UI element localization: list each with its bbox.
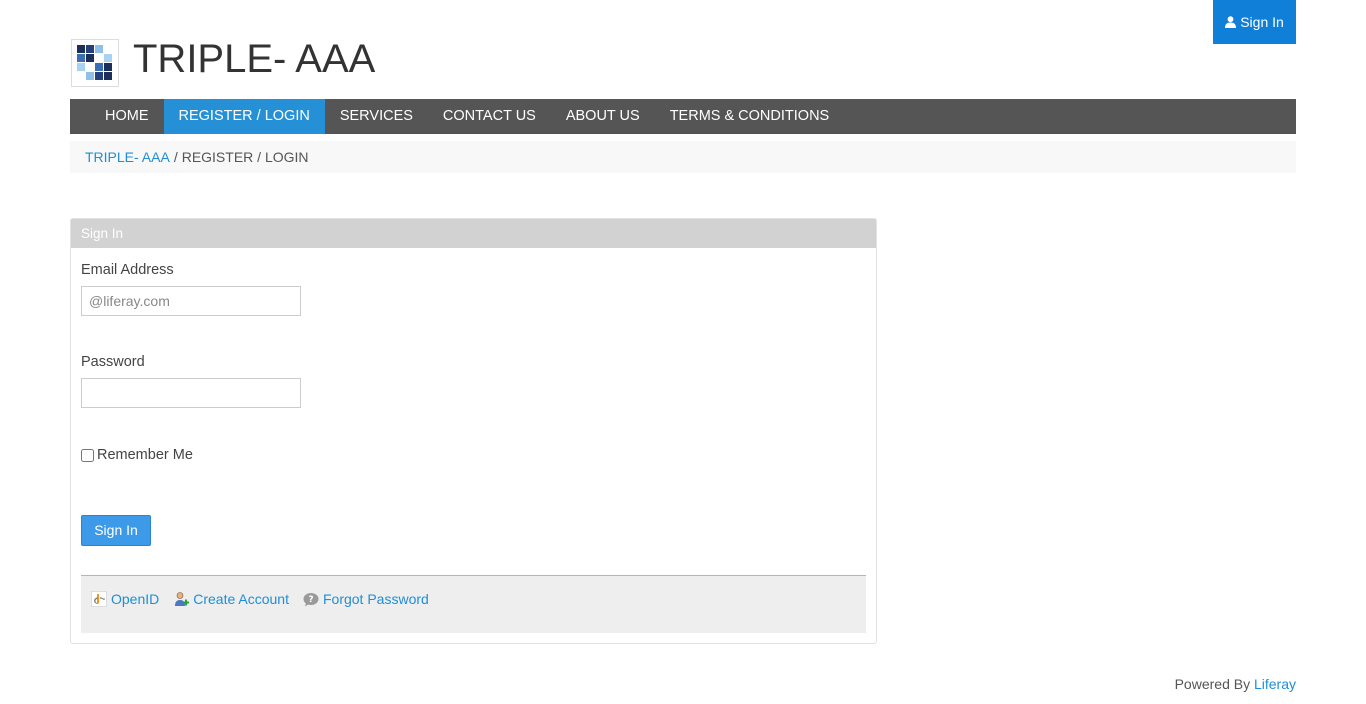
top-signin-label: Sign In bbox=[1240, 14, 1284, 30]
forgot-password-label: Forgot Password bbox=[322, 591, 429, 607]
add-user-icon bbox=[175, 592, 190, 606]
powered-by: Powered By Liferay bbox=[1175, 676, 1296, 692]
nav-item-about-us[interactable]: ABOUT US bbox=[551, 99, 655, 134]
openid-icon bbox=[91, 591, 107, 607]
nav-item-home[interactable]: HOME bbox=[70, 99, 164, 134]
openid-link[interactable]: OpenID bbox=[91, 591, 159, 607]
signin-panel: Sign In Email Address Password Remember … bbox=[70, 218, 877, 644]
remember-me-label: Remember Me bbox=[97, 447, 193, 463]
password-label: Password bbox=[81, 354, 145, 370]
password-input[interactable] bbox=[81, 378, 301, 408]
nav-item-register-login[interactable]: REGISTER / LOGIN bbox=[163, 99, 325, 134]
remember-me: Remember Me bbox=[81, 447, 193, 463]
svg-text:?: ? bbox=[308, 595, 313, 605]
top-signin-button[interactable]: Sign In bbox=[1213, 0, 1296, 44]
logo-icon bbox=[77, 45, 112, 80]
create-account-label: Create Account bbox=[193, 591, 289, 607]
nav-item-contact-us[interactable]: CONTACT US bbox=[428, 99, 551, 134]
powered-by-text: Powered By bbox=[1174, 676, 1251, 692]
breadcrumb-current: REGISTER / LOGIN bbox=[181, 149, 309, 165]
main-navbar: HOME REGISTER / LOGIN SERVICES CONTACT U… bbox=[70, 99, 1296, 134]
site-title: TRIPLE- AAA bbox=[133, 37, 376, 81]
liferay-link[interactable]: Liferay bbox=[1254, 676, 1296, 692]
user-icon bbox=[1225, 16, 1237, 28]
forgot-password-link[interactable]: ? Forgot Password bbox=[303, 591, 429, 607]
create-account-link[interactable]: Create Account bbox=[173, 591, 289, 607]
signin-panel-title: Sign In bbox=[71, 219, 876, 248]
openid-label: OpenID bbox=[111, 591, 160, 607]
breadcrumb: TRIPLE- AAA / REGISTER / LOGIN bbox=[70, 141, 1296, 173]
breadcrumb-separator: / bbox=[173, 149, 178, 165]
breadcrumb-root-link[interactable]: TRIPLE- AAA bbox=[85, 149, 170, 165]
email-input[interactable] bbox=[81, 286, 301, 316]
nav-item-services[interactable]: SERVICES bbox=[325, 99, 428, 134]
help-bubble-icon: ? bbox=[303, 593, 319, 607]
remember-me-checkbox[interactable] bbox=[81, 448, 94, 462]
nav-item-terms-conditions[interactable]: TERMS & CONDITIONS bbox=[655, 99, 845, 134]
site-logo[interactable] bbox=[71, 39, 119, 87]
email-label: Email Address bbox=[81, 262, 174, 278]
signin-navigation: OpenID Create Account ? Forgot Password bbox=[81, 575, 866, 633]
signin-submit-button[interactable]: Sign In bbox=[81, 515, 151, 546]
